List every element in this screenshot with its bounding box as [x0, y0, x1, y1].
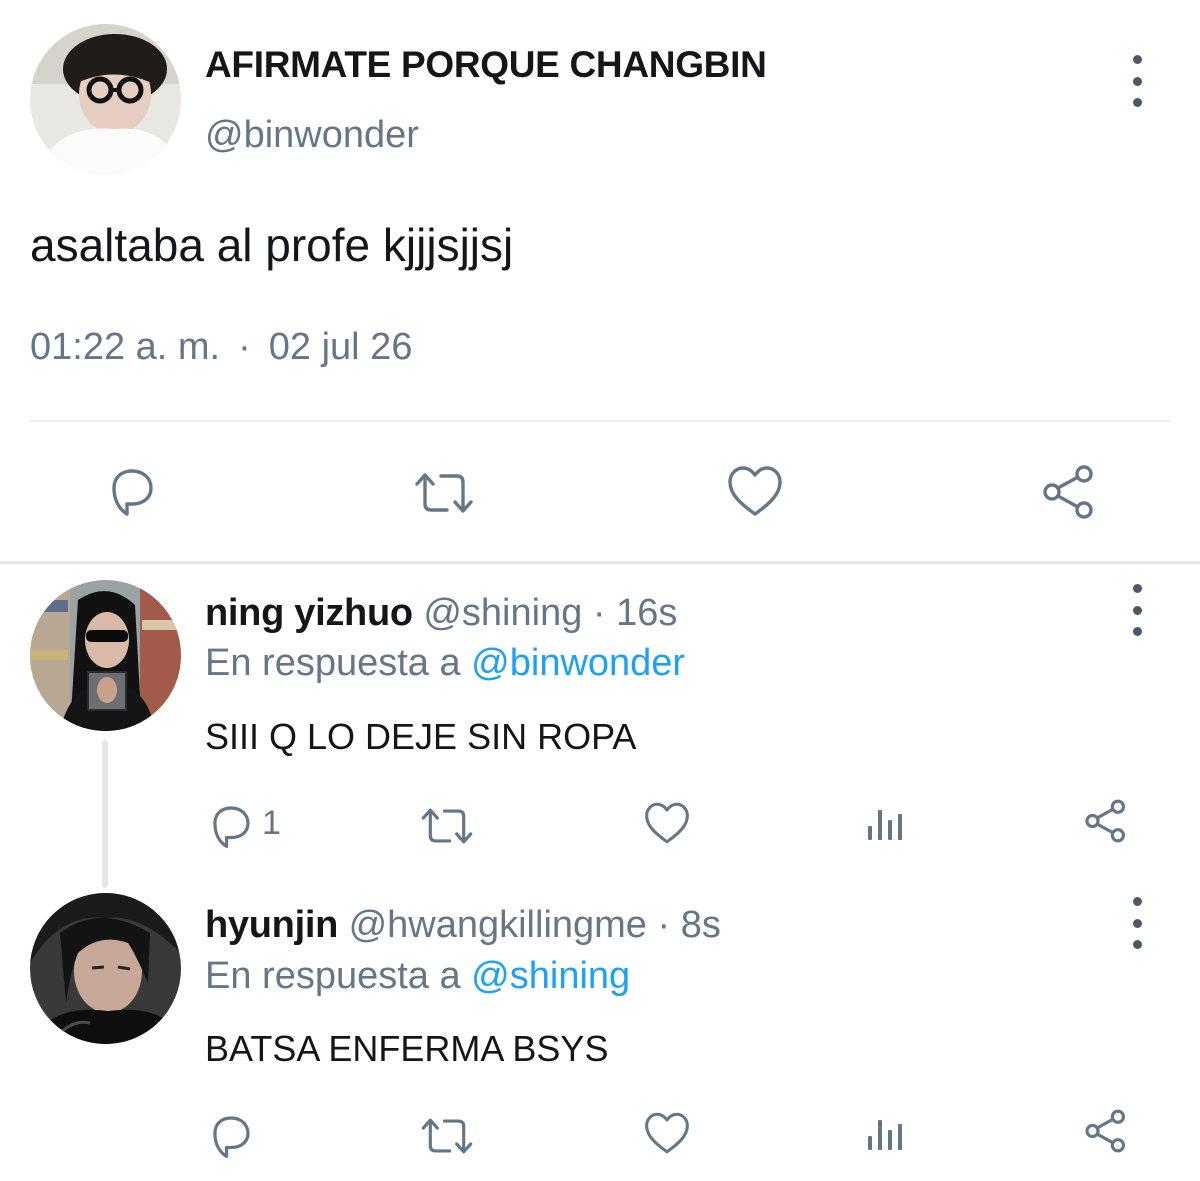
more-vertical-icon[interactable] — [1127, 53, 1147, 109]
reply-context: En respuesta a @shining — [205, 955, 630, 998]
main-tweet-time: 01:22 a. m. — [30, 326, 221, 368]
more-vertical-icon[interactable] — [1127, 895, 1147, 951]
reply-to-link[interactable]: @shining — [471, 955, 630, 997]
reply-display-name[interactable]: ning yizhuo — [205, 592, 413, 634]
analytics-icon[interactable] — [866, 1116, 906, 1152]
main-tweet-meta: 01:22 a. m. · 02 jul 26 — [30, 326, 412, 369]
reply-text: BATSA ENFERMA BSYS — [205, 1028, 609, 1069]
reply-header: hyunjin @hwangkillingme · 8s — [205, 904, 721, 947]
divider — [30, 420, 1170, 422]
reply-prefix: En respuesta a — [205, 955, 461, 997]
share-icon[interactable] — [1083, 798, 1129, 844]
meta-separator: · — [238, 326, 251, 368]
like-icon[interactable] — [643, 1111, 691, 1155]
retweet-icon[interactable] — [418, 1112, 476, 1160]
avatar[interactable] — [30, 893, 181, 1044]
reply-context: En respuesta a @binwonder — [205, 642, 685, 685]
reply-time[interactable]: 8s — [681, 904, 721, 946]
reply-prefix: En respuesta a — [205, 642, 461, 684]
main-tweet-text: asaltaba al profe kjjjsjjsj — [30, 219, 514, 271]
reply-text: SIII Q LO DEJE SIN ROPA — [205, 716, 637, 757]
retweet-icon[interactable] — [411, 466, 477, 520]
main-display-name[interactable]: AFIRMATE PORQUE CHANGBIN — [205, 44, 767, 86]
like-icon[interactable] — [726, 464, 784, 518]
analytics-icon[interactable] — [866, 806, 906, 842]
share-icon[interactable] — [1040, 463, 1098, 521]
reply-separator: · — [592, 592, 606, 634]
reply-header: ning yizhuo @shining · 16s — [205, 592, 677, 635]
avatar[interactable] — [30, 24, 181, 175]
reply-icon[interactable] — [206, 800, 256, 850]
reply-display-name[interactable]: hyunjin — [205, 904, 338, 946]
like-icon[interactable] — [643, 801, 691, 845]
reply-time[interactable]: 16s — [616, 592, 677, 634]
more-vertical-icon[interactable] — [1127, 582, 1147, 638]
main-handle[interactable]: @binwonder — [205, 114, 419, 157]
reply-to-link[interactable]: @binwonder — [471, 642, 685, 684]
reply-separator: · — [657, 904, 671, 946]
reply-handle[interactable]: @shining — [423, 592, 582, 634]
retweet-icon[interactable] — [418, 802, 476, 850]
main-tweet-date: 02 jul 26 — [268, 326, 413, 368]
thread-connector — [102, 740, 108, 888]
reply-icon[interactable] — [206, 1110, 256, 1160]
reply-count: 1 — [262, 804, 281, 842]
avatar[interactable] — [30, 580, 181, 731]
section-separator — [0, 561, 1200, 564]
share-icon[interactable] — [1083, 1108, 1129, 1154]
reply-icon[interactable] — [104, 462, 160, 518]
reply-handle[interactable]: @hwangkillingme — [349, 904, 647, 946]
